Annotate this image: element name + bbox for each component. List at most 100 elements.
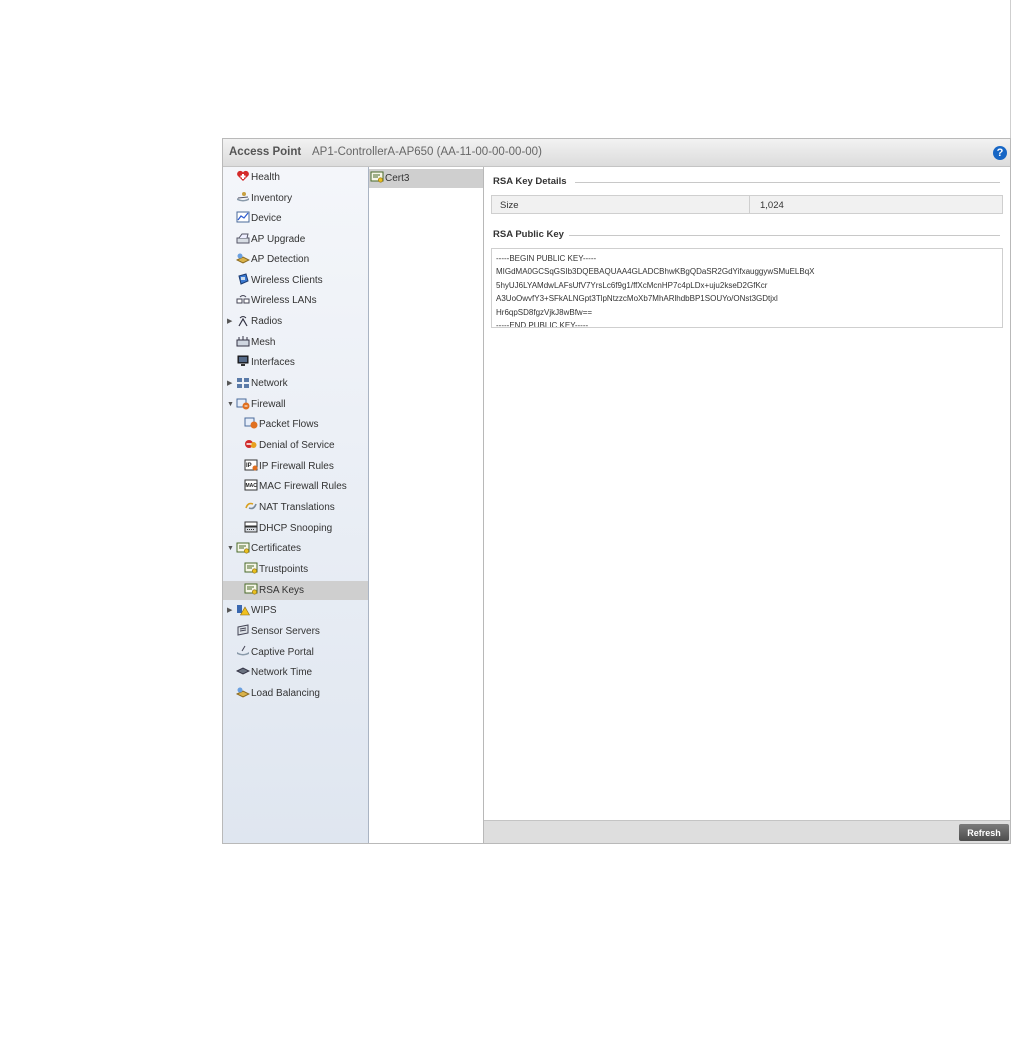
- sidebar-item-inventory[interactable]: Inventory: [236, 189, 292, 208]
- size-label: Size: [500, 200, 519, 211]
- list-item-label: Cert3: [385, 173, 410, 184]
- sidebar-item-load-balancing[interactable]: Load Balancing: [236, 684, 320, 703]
- sidebar-item-label: Health: [251, 172, 280, 183]
- sidebar-item-radios[interactable]: ▶ Radios: [227, 312, 282, 331]
- sidebar-item-trustpoints[interactable]: Trustpoints: [244, 560, 308, 579]
- sidebar-item-label: AP Upgrade: [251, 234, 306, 245]
- sidebar-item-packet-flows[interactable]: Packet Flows: [244, 415, 318, 434]
- ap-upgrade-icon: [236, 233, 250, 244]
- rsa-public-key-section: RSA Public Key: [493, 229, 1000, 240]
- wireless-clients-icon: [238, 273, 249, 286]
- sidebar-item-label: Load Balancing: [251, 688, 320, 699]
- radios-antenna-icon: [238, 315, 248, 326]
- captive-portal-icon: [237, 646, 249, 656]
- sidebar-item-mac-firewall-rules[interactable]: MAC MAC Firewall Rules: [244, 477, 347, 496]
- sidebar-item-label: MAC Firewall Rules: [259, 481, 347, 492]
- sidebar-item-network[interactable]: ▶ Network: [227, 374, 288, 393]
- sidebar-item-label: NAT Translations: [259, 502, 335, 513]
- expand-arrow-icon[interactable]: ▶: [227, 312, 236, 331]
- mesh-icon: [236, 336, 250, 347]
- firewall-icon: [236, 398, 250, 409]
- sidebar-item-label: Captive Portal: [251, 647, 314, 658]
- ap-detection-icon: [236, 253, 250, 264]
- sidebar-item-ap-upgrade[interactable]: AP Upgrade: [236, 230, 305, 249]
- sidebar-item-label: Sensor Servers: [251, 626, 320, 637]
- sidebar-item-rsa-keys[interactable]: RSA Keys: [223, 581, 368, 600]
- denial-of-service-icon: [245, 440, 257, 449]
- sidebar-item-ip-firewall-rules[interactable]: IP IP Firewall Rules: [244, 457, 334, 476]
- sidebar-item-captive-portal[interactable]: Captive Portal: [236, 643, 314, 662]
- sidebar-item-label: Denial of Service: [259, 440, 335, 451]
- expand-arrow-icon[interactable]: ▶: [227, 601, 236, 620]
- device-chart-icon: [236, 211, 250, 223]
- collapse-arrow-icon[interactable]: ▼: [227, 539, 236, 558]
- footer-bar: Refresh: [484, 820, 1010, 843]
- section-divider: [575, 182, 1000, 183]
- sidebar-item-label: Trustpoints: [259, 564, 309, 575]
- sidebar-item-label: RSA Keys: [259, 585, 305, 596]
- section-title: RSA Public Key: [493, 229, 564, 240]
- access-point-window: Access Point AP1-ControllerA-AP650 (AA-1…: [222, 138, 1011, 844]
- nat-translations-icon: [245, 503, 257, 510]
- sidebar-item-label: Wireless LANs: [251, 295, 317, 306]
- section-divider: [569, 235, 1000, 236]
- sidebar-item-nat-translations[interactable]: NAT Translations: [244, 498, 335, 517]
- sidebar-item-label: Inventory: [251, 193, 293, 204]
- network-time-icon: [236, 667, 250, 675]
- sidebar-item-device[interactable]: Device: [236, 209, 282, 228]
- sidebar-item-wips[interactable]: ▶ WIPS: [227, 601, 277, 620]
- sidebar-item-dhcp-snooping[interactable]: DHCP Snooping: [244, 519, 332, 538]
- interfaces-monitor-icon: [237, 355, 249, 367]
- sidebar-item-wireless-clients[interactable]: Wireless Clients: [236, 271, 323, 290]
- sidebar-item-label: Firewall: [251, 399, 286, 411]
- title-bar: Access Point AP1-ControllerA-AP650 (AA-1…: [223, 139, 1010, 167]
- sidebar-item-label: Mesh: [251, 337, 276, 348]
- sidebar-item-label: Radios: [251, 316, 283, 328]
- wireless-lans-icon: [236, 295, 250, 304]
- svg-text:MAC: MAC: [246, 483, 258, 489]
- sidebar-item-network-time[interactable]: Network Time: [236, 663, 312, 682]
- load-balancing-icon: [236, 687, 250, 698]
- certificate-icon: [236, 542, 250, 554]
- sidebar-item-label: Packet Flows: [259, 419, 319, 430]
- wips-warning-icon: [237, 604, 250, 615]
- page-title: Access Point: [229, 146, 302, 158]
- help-icon[interactable]: ?: [993, 146, 1007, 160]
- sidebar-nav: Health Inventory Device AP Upgrade AP De…: [223, 167, 369, 843]
- sidebar-item-firewall[interactable]: ▼ Firewall: [227, 395, 285, 414]
- svg-text:IP: IP: [246, 463, 252, 469]
- network-icon: [237, 377, 249, 388]
- section-title: RSA Key Details: [493, 176, 567, 187]
- certificate-list: Cert3: [369, 167, 484, 843]
- expand-arrow-icon[interactable]: ▶: [227, 374, 236, 393]
- sidebar-item-label: Device: [251, 213, 282, 224]
- sensor-servers-icon: [237, 624, 249, 636]
- list-item-cert3[interactable]: Cert3: [369, 169, 483, 188]
- public-key-text: -----BEGIN PUBLIC KEY----- MIGdMA0GCSqGS…: [491, 248, 1003, 328]
- certificate-icon: [370, 171, 384, 183]
- sidebar-item-sensor-servers[interactable]: Sensor Servers: [236, 622, 320, 641]
- sidebar-item-label: DHCP Snooping: [259, 523, 333, 534]
- sidebar-item-interfaces[interactable]: Interfaces: [236, 353, 295, 372]
- sidebar-item-label: AP Detection: [251, 254, 310, 265]
- sidebar-item-denial-of-service[interactable]: Denial of Service: [244, 436, 335, 455]
- cell-divider: [749, 196, 750, 213]
- refresh-button[interactable]: Refresh: [959, 824, 1009, 841]
- rsa-keys-certificate-icon: [244, 583, 258, 595]
- collapse-arrow-icon[interactable]: ▼: [227, 395, 236, 414]
- page-edge-line: [1010, 0, 1011, 140]
- sidebar-item-wireless-lans[interactable]: Wireless LANs: [236, 291, 317, 310]
- sidebar-item-health[interactable]: Health: [236, 168, 280, 187]
- sidebar-item-label: IP Firewall Rules: [259, 461, 334, 472]
- dhcp-snooping-icon: [244, 521, 258, 533]
- sidebar-item-label: Wireless Clients: [251, 275, 323, 286]
- sidebar-item-label: Network Time: [251, 667, 313, 678]
- sidebar-item-label: WIPS: [251, 605, 277, 617]
- ip-firewall-rules-icon: IP: [244, 459, 258, 471]
- sidebar-item-certificates[interactable]: ▼ Certificates: [227, 539, 301, 558]
- size-row: Size 1,024: [491, 195, 1003, 214]
- rsa-key-details-section: RSA Key Details: [493, 176, 1000, 187]
- sidebar-item-ap-detection[interactable]: AP Detection: [236, 250, 309, 269]
- sidebar-item-mesh[interactable]: Mesh: [236, 333, 275, 352]
- device-name: AP1-ControllerA-AP650 (AA-11-00-00-00-00…: [312, 146, 542, 158]
